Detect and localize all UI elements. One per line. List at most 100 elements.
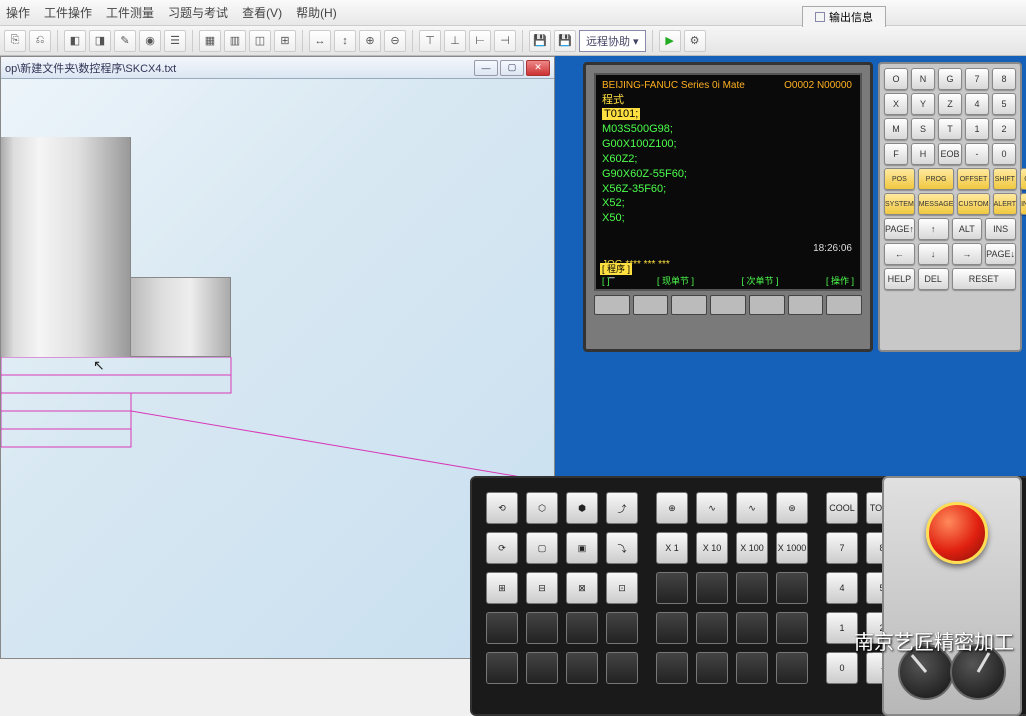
key-prog[interactable]: PROG: [918, 168, 955, 190]
op-d1[interactable]: [486, 612, 518, 644]
key-help[interactable]: HELP: [884, 268, 915, 290]
feed-2[interactable]: ∿: [696, 492, 728, 524]
tool-16[interactable]: ⊤: [419, 30, 441, 52]
output-tab[interactable]: 输出信息: [802, 6, 886, 27]
key-eob[interactable]: EOB: [938, 143, 962, 165]
tool-1[interactable]: ⎘: [4, 30, 26, 52]
num-4[interactable]: 4: [826, 572, 858, 604]
jog-5[interactable]: [656, 612, 688, 644]
feed-4[interactable]: ⊛: [776, 492, 808, 524]
num-7[interactable]: 7: [826, 532, 858, 564]
op-d3[interactable]: [566, 612, 598, 644]
window-minimize[interactable]: —: [474, 60, 498, 76]
key-alt[interactable]: ALT: [952, 218, 983, 240]
key-offset[interactable]: OFFSET: [957, 168, 989, 190]
softkey-4[interactable]: [749, 295, 785, 315]
op-b4[interactable]: ⤵: [606, 532, 638, 564]
tool-4[interactable]: ◨: [89, 30, 111, 52]
op-a3[interactable]: ⬢: [566, 492, 598, 524]
key-z[interactable]: Z: [938, 93, 962, 115]
tool-8[interactable]: ▦: [199, 30, 221, 52]
key-down[interactable]: ↓: [918, 243, 949, 265]
op-c1[interactable]: ⊞: [486, 572, 518, 604]
key-n[interactable]: N: [911, 68, 935, 90]
op-b2[interactable]: ▢: [526, 532, 558, 564]
key-pos[interactable]: POS: [884, 168, 915, 190]
key-h[interactable]: H: [911, 143, 935, 165]
op-a2[interactable]: ⬡: [526, 492, 558, 524]
tool-10[interactable]: ◫: [249, 30, 271, 52]
op-a1[interactable]: ⟲: [486, 492, 518, 524]
op-c3[interactable]: ⊠: [566, 572, 598, 604]
jog-2[interactable]: [696, 572, 728, 604]
feed-1[interactable]: ⊕: [656, 492, 688, 524]
key-8[interactable]: 8: [992, 68, 1016, 90]
jog-3[interactable]: [736, 572, 768, 604]
key-x[interactable]: X: [884, 93, 908, 115]
window-maximize[interactable]: ▢: [500, 60, 524, 76]
key-can[interactable]: CAN: [1020, 168, 1026, 190]
jog-6[interactable]: [696, 612, 728, 644]
key-0[interactable]: 0: [992, 143, 1016, 165]
jog-7[interactable]: [736, 612, 768, 644]
tool-save-2[interactable]: 💾: [554, 30, 576, 52]
key-system[interactable]: SYSTEM: [884, 193, 915, 215]
jog-10[interactable]: [696, 652, 728, 684]
op-b1[interactable]: ⟳: [486, 532, 518, 564]
tool-3[interactable]: ◧: [64, 30, 86, 52]
tool-18[interactable]: ⊢: [469, 30, 491, 52]
menu-help[interactable]: 帮助(H): [296, 4, 337, 21]
key-shift[interactable]: SHIFT: [993, 168, 1017, 190]
cool-btn[interactable]: COOL: [826, 492, 858, 524]
tool-14[interactable]: ⊕: [359, 30, 381, 52]
tool-9[interactable]: ▥: [224, 30, 246, 52]
key-1[interactable]: 1: [965, 118, 989, 140]
key-page-up[interactable]: PAGE↑: [884, 218, 915, 240]
tool-19[interactable]: ⊣: [494, 30, 516, 52]
tool-save-1[interactable]: 💾: [529, 30, 551, 52]
key-minus[interactable]: -: [965, 143, 989, 165]
key-message[interactable]: MESSAGE: [918, 193, 955, 215]
key-del[interactable]: DEL: [918, 268, 949, 290]
jog-12[interactable]: [776, 652, 808, 684]
key-f[interactable]: F: [884, 143, 908, 165]
softkey-1[interactable]: [633, 295, 669, 315]
tool-13[interactable]: ↕: [334, 30, 356, 52]
key-right[interactable]: →: [952, 243, 983, 265]
op-e2[interactable]: [526, 652, 558, 684]
key-input[interactable]: INPUT: [1020, 193, 1026, 215]
op-c2[interactable]: ⊟: [526, 572, 558, 604]
tool-15[interactable]: ⊖: [384, 30, 406, 52]
jog-9[interactable]: [656, 652, 688, 684]
tool-gear[interactable]: ⚙: [684, 30, 706, 52]
tool-play[interactable]: ▶: [659, 30, 681, 52]
tool-2[interactable]: ⎌: [29, 30, 51, 52]
tool-12[interactable]: ↔: [309, 30, 331, 52]
softkey-left[interactable]: [594, 295, 630, 315]
softkey-2[interactable]: [671, 295, 707, 315]
window-close[interactable]: ✕: [526, 60, 550, 76]
x10[interactable]: X 10: [696, 532, 728, 564]
feed-3[interactable]: ∿: [736, 492, 768, 524]
key-up[interactable]: ↑: [918, 218, 949, 240]
key-2[interactable]: 2: [992, 118, 1016, 140]
key-o[interactable]: O: [884, 68, 908, 90]
key-ins[interactable]: INS: [985, 218, 1016, 240]
op-d4[interactable]: [606, 612, 638, 644]
x100[interactable]: X 100: [736, 532, 768, 564]
key-left[interactable]: ←: [884, 243, 915, 265]
key-m[interactable]: M: [884, 118, 908, 140]
tool-7[interactable]: ☰: [164, 30, 186, 52]
softkey-3[interactable]: [710, 295, 746, 315]
x1000[interactable]: X 1000: [776, 532, 808, 564]
key-custom[interactable]: CUSTOM: [957, 193, 989, 215]
key-g[interactable]: G: [938, 68, 962, 90]
key-alert[interactable]: ALERT: [993, 193, 1017, 215]
op-e4[interactable]: [606, 652, 638, 684]
remote-assist-dropdown[interactable]: 远程协助 ▾: [579, 30, 646, 52]
key-reset[interactable]: RESET: [952, 268, 1017, 290]
menu-view[interactable]: 查看(V): [242, 4, 282, 21]
op-e1[interactable]: [486, 652, 518, 684]
num-0[interactable]: 0: [826, 652, 858, 684]
menu-workpiece-measure[interactable]: 工件测量: [106, 4, 154, 21]
